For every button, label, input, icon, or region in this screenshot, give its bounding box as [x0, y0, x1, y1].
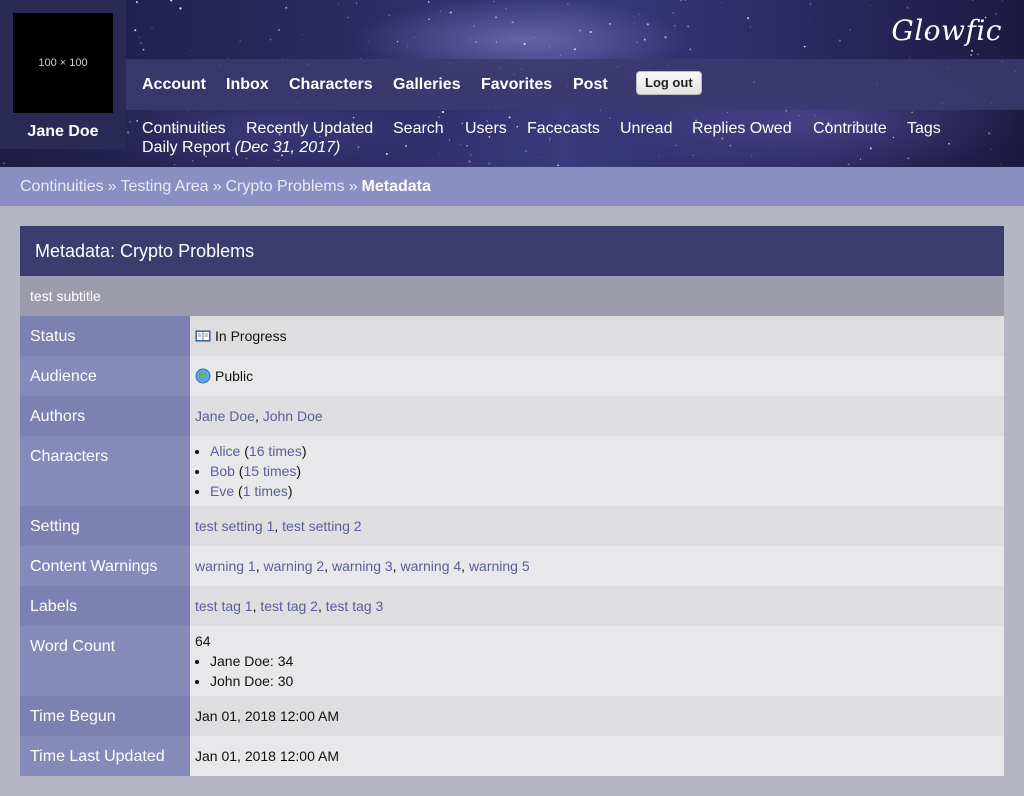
character-link[interactable]: Bob [210, 463, 235, 479]
metadata-row-setting: Setting test setting 1, test setting 2 [20, 506, 1004, 546]
warning-link[interactable]: warning 5 [469, 558, 530, 574]
row-value: test tag 1, test tag 2, test tag 3 [190, 586, 1004, 626]
metadata-row-word-count: Word Count 64 Jane Doe: 34 John Doe: 30 [20, 626, 1004, 696]
logout-button[interactable]: Log out [636, 71, 702, 95]
character-link[interactable]: Eve [210, 483, 234, 499]
subnav-users-link[interactable]: Users [465, 120, 507, 138]
character-list: Alice (16 times) Bob (15 times) Eve (1 t… [195, 441, 999, 501]
list-item: John Doe: 30 [210, 671, 999, 691]
word-count-total: 64 [195, 633, 211, 649]
breadcrumb: Continuities» Testing Area» Crypto Problem… [0, 167, 1024, 206]
row-value: warning 1, warning 2, warning 3, warning… [190, 546, 1004, 586]
row-label: Word Count [20, 626, 190, 696]
nav-account-link[interactable]: Account [142, 76, 206, 94]
subnav-search-link[interactable]: Search [393, 120, 444, 138]
avatar[interactable]: 100 × 100 [13, 13, 113, 113]
metadata-row-labels: Labels test tag 1, test tag 2, test tag … [20, 586, 1004, 626]
warning-link[interactable]: warning 1 [195, 558, 256, 574]
subnav-contribute-link[interactable]: Contribute [813, 120, 887, 138]
breadcrumb-post-link[interactable]: Crypto Problems [225, 178, 344, 195]
row-label: Audience [20, 356, 190, 396]
metadata-table: Status In Progress Audience Public Autho… [20, 316, 1004, 776]
subnav-continuities-link[interactable]: Continuities [142, 120, 226, 138]
nav-galleries-link[interactable]: Galleries [393, 76, 461, 94]
list-item: Eve (1 times) [210, 481, 999, 501]
metadata-row-time-updated: Time Last Updated Jan 01, 2018 12:00 AM [20, 736, 1004, 776]
nav-characters-link[interactable]: Characters [289, 76, 373, 94]
character-count-link[interactable]: 1 times [243, 483, 288, 499]
row-label: Content Warnings [20, 546, 190, 586]
username[interactable]: Jane Doe [0, 123, 126, 141]
breadcrumb-testing-area-link[interactable]: Testing Area [121, 178, 209, 195]
nav-post-link[interactable]: Post [573, 76, 608, 94]
tag-link[interactable]: test tag 1 [195, 598, 253, 614]
nav-favorites-link[interactable]: Favorites [481, 76, 552, 94]
daily-report-link[interactable]: Daily Report (Dec 31, 2017) [142, 139, 340, 157]
subnav-tags-link[interactable]: Tags [907, 120, 941, 138]
subnav-facecasts-link[interactable]: Facecasts [527, 120, 600, 138]
page-subtitle: test subtitle [20, 276, 1004, 316]
nav-inbox-link[interactable]: Inbox [226, 76, 269, 94]
row-value: 64 Jane Doe: 34 John Doe: 30 [190, 626, 1004, 696]
row-label: Status [20, 316, 190, 356]
page-title: Metadata: Crypto Problems [20, 226, 1004, 276]
book-icon [195, 330, 211, 342]
row-value: In Progress [190, 316, 1004, 356]
daily-report-label: Daily Report [142, 139, 231, 156]
user-panel: 100 × 100 Jane Doe [0, 0, 126, 149]
warning-link[interactable]: warning 4 [400, 558, 461, 574]
daily-report-date: (Dec 31, 2017) [234, 139, 341, 156]
list-item: Jane Doe: 34 [210, 651, 999, 671]
subnav-replies-owed-link[interactable]: Replies Owed [692, 120, 792, 138]
character-link[interactable]: Alice [210, 443, 240, 459]
breadcrumb-current: Metadata [361, 178, 431, 195]
warning-link[interactable]: warning 2 [263, 558, 324, 574]
row-label: Time Begun [20, 696, 190, 736]
warning-link[interactable]: warning 3 [332, 558, 393, 574]
author-link[interactable]: Jane Doe [195, 408, 255, 424]
row-label: Setting [20, 506, 190, 546]
row-value: test setting 1, test setting 2 [190, 506, 1004, 546]
metadata-row-characters: Characters Alice (16 times) Bob (15 time… [20, 436, 1004, 506]
main-nav: Account Inbox Characters Galleries Favor… [126, 59, 1024, 110]
row-value: Public [190, 356, 1004, 396]
site-logo[interactable]: Glowfic [891, 14, 1002, 47]
metadata-row-status: Status In Progress [20, 316, 1004, 356]
metadata-row-time-begun: Time Begun Jan 01, 2018 12:00 AM [20, 696, 1004, 736]
metadata-row-content-warnings: Content Warnings warning 1, warning 2, w… [20, 546, 1004, 586]
breadcrumb-separator: » [107, 178, 117, 195]
metadata-row-authors: Authors Jane Doe, John Doe [20, 396, 1004, 436]
row-label: Characters [20, 436, 190, 506]
audience-value: Public [215, 368, 254, 384]
metadata-row-audience: Audience Public [20, 356, 1004, 396]
breadcrumb-separator: » [348, 178, 358, 195]
breadcrumb-separator: » [212, 178, 222, 195]
site-header: 100 × 100 Jane Doe Glowfic Account Inbox… [0, 0, 1024, 167]
setting-link[interactable]: test setting 1 [195, 518, 274, 534]
author-link[interactable]: John Doe [263, 408, 323, 424]
list-item: Alice (16 times) [210, 441, 999, 461]
row-label: Authors [20, 396, 190, 436]
setting-link[interactable]: test setting 2 [282, 518, 361, 534]
character-count-link[interactable]: 16 times [249, 443, 302, 459]
globe-icon [195, 368, 211, 384]
tag-link[interactable]: test tag 2 [260, 598, 318, 614]
list-item: Bob (15 times) [210, 461, 999, 481]
time-begun-value: Jan 01, 2018 12:00 AM [190, 696, 1004, 736]
row-label: Labels [20, 586, 190, 626]
status-value: In Progress [215, 328, 287, 344]
breadcrumb-continuities-link[interactable]: Continuities [20, 178, 104, 195]
row-value: Alice (16 times) Bob (15 times) Eve (1 t… [190, 436, 1004, 506]
subnav-unread-link[interactable]: Unread [620, 120, 672, 138]
row-value: Jane Doe, John Doe [190, 396, 1004, 436]
subnav-recently-updated-link[interactable]: Recently Updated [246, 120, 373, 138]
time-updated-value: Jan 01, 2018 12:00 AM [190, 736, 1004, 776]
metadata-panel: Metadata: Crypto Problems test subtitle … [20, 226, 1004, 776]
row-label: Time Last Updated [20, 736, 190, 776]
tag-link[interactable]: test tag 3 [326, 598, 384, 614]
character-count-link[interactable]: 15 times [243, 463, 296, 479]
word-count-breakdown: Jane Doe: 34 John Doe: 30 [195, 651, 999, 691]
